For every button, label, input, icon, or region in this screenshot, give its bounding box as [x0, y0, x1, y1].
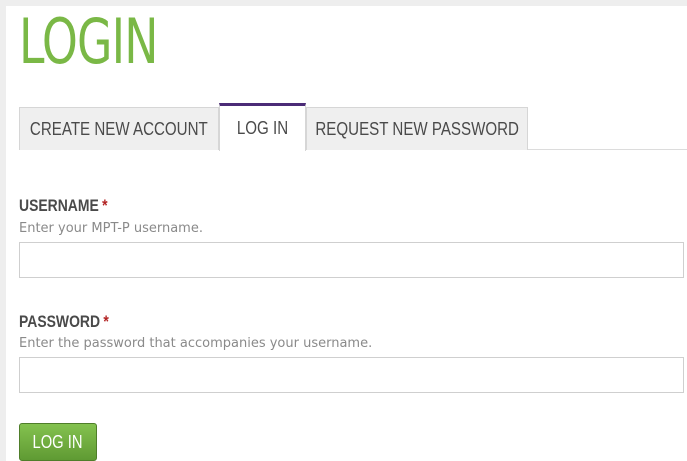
- tab-request-new-password[interactable]: REQUEST NEW PASSWORD: [306, 107, 528, 150]
- password-description: Enter the password that accompanies your…: [19, 336, 373, 351]
- password-label-text: PASSWORD: [19, 312, 101, 331]
- username-description: Enter your MPT-P username.: [19, 221, 203, 236]
- password-label: PASSWORD *: [19, 312, 109, 332]
- username-input[interactable]: [19, 242, 684, 278]
- tab-log-in[interactable]: LOG IN: [219, 103, 306, 151]
- password-input[interactable]: [19, 357, 684, 393]
- required-marker: *: [102, 196, 108, 215]
- tab-label: LOG IN: [236, 118, 289, 138]
- tab-label: CREATE NEW ACCOUNT: [30, 118, 208, 139]
- log-in-button[interactable]: LOG IN: [19, 423, 97, 461]
- tab-label: REQUEST NEW PASSWORD: [315, 118, 519, 139]
- username-label: USERNAME *: [19, 196, 107, 216]
- login-page: LOGIN CREATE NEW ACCOUNT LOG IN REQUEST …: [0, 0, 687, 461]
- required-marker: *: [103, 312, 109, 331]
- username-label-text: USERNAME: [19, 196, 99, 215]
- tab-create-new-account[interactable]: CREATE NEW ACCOUNT: [19, 107, 219, 150]
- log-in-button-label: LOG IN: [32, 431, 84, 452]
- page-title: LOGIN: [19, 5, 159, 78]
- tab-bar: CREATE NEW ACCOUNT LOG IN REQUEST NEW PA…: [19, 103, 687, 151]
